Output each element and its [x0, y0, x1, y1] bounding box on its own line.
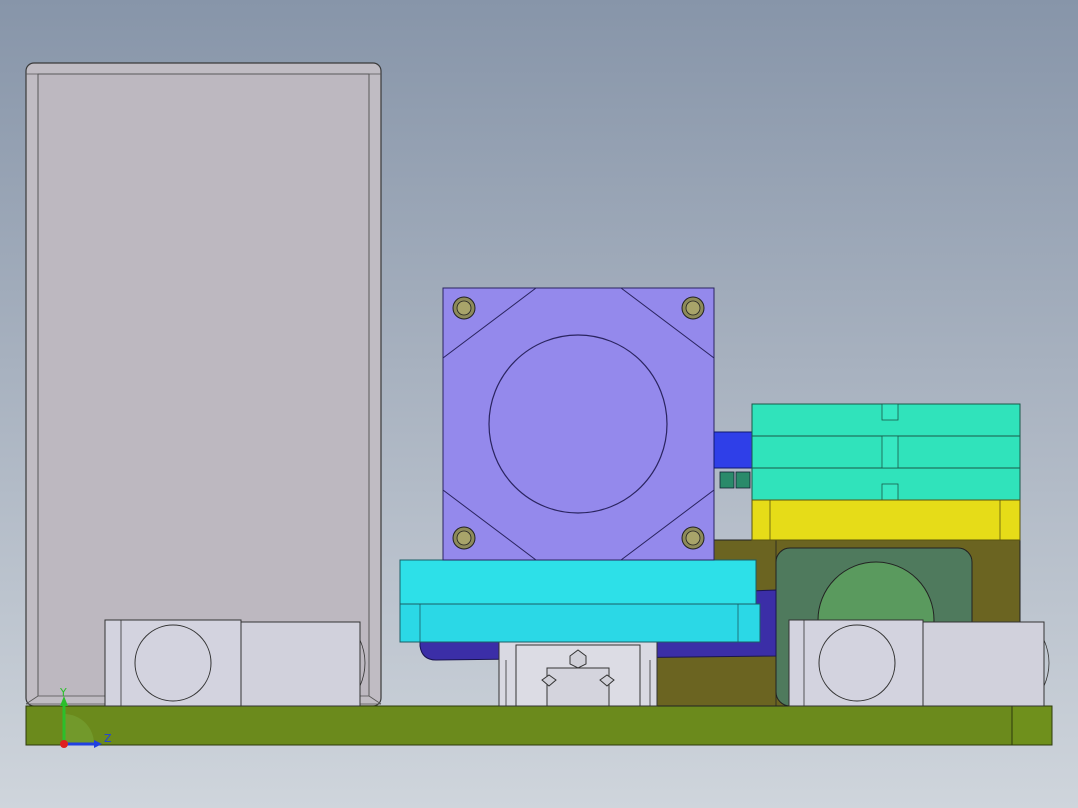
z-axis-label: Z [104, 732, 112, 745]
shaft-coupling[interactable] [713, 431, 755, 489]
motor-mount-plate[interactable] [399, 559, 761, 643]
y-axis-label: Y [59, 686, 67, 699]
spacer-plates[interactable] [751, 403, 1021, 501]
assembly-drawing: Y Z [25, 62, 1053, 748]
bearing-block-right[interactable] [788, 619, 1050, 707]
cad-viewport[interactable]: Y Z [0, 0, 1078, 808]
stepper-motor[interactable] [442, 287, 715, 561]
enclosure-box[interactable] [25, 62, 382, 707]
base-plate[interactable] [25, 705, 1053, 746]
bearing-block-left[interactable] [104, 619, 366, 707]
linear-guide[interactable] [498, 639, 658, 707]
x-axis-icon [60, 740, 68, 748]
yellow-block[interactable] [751, 499, 1021, 541]
